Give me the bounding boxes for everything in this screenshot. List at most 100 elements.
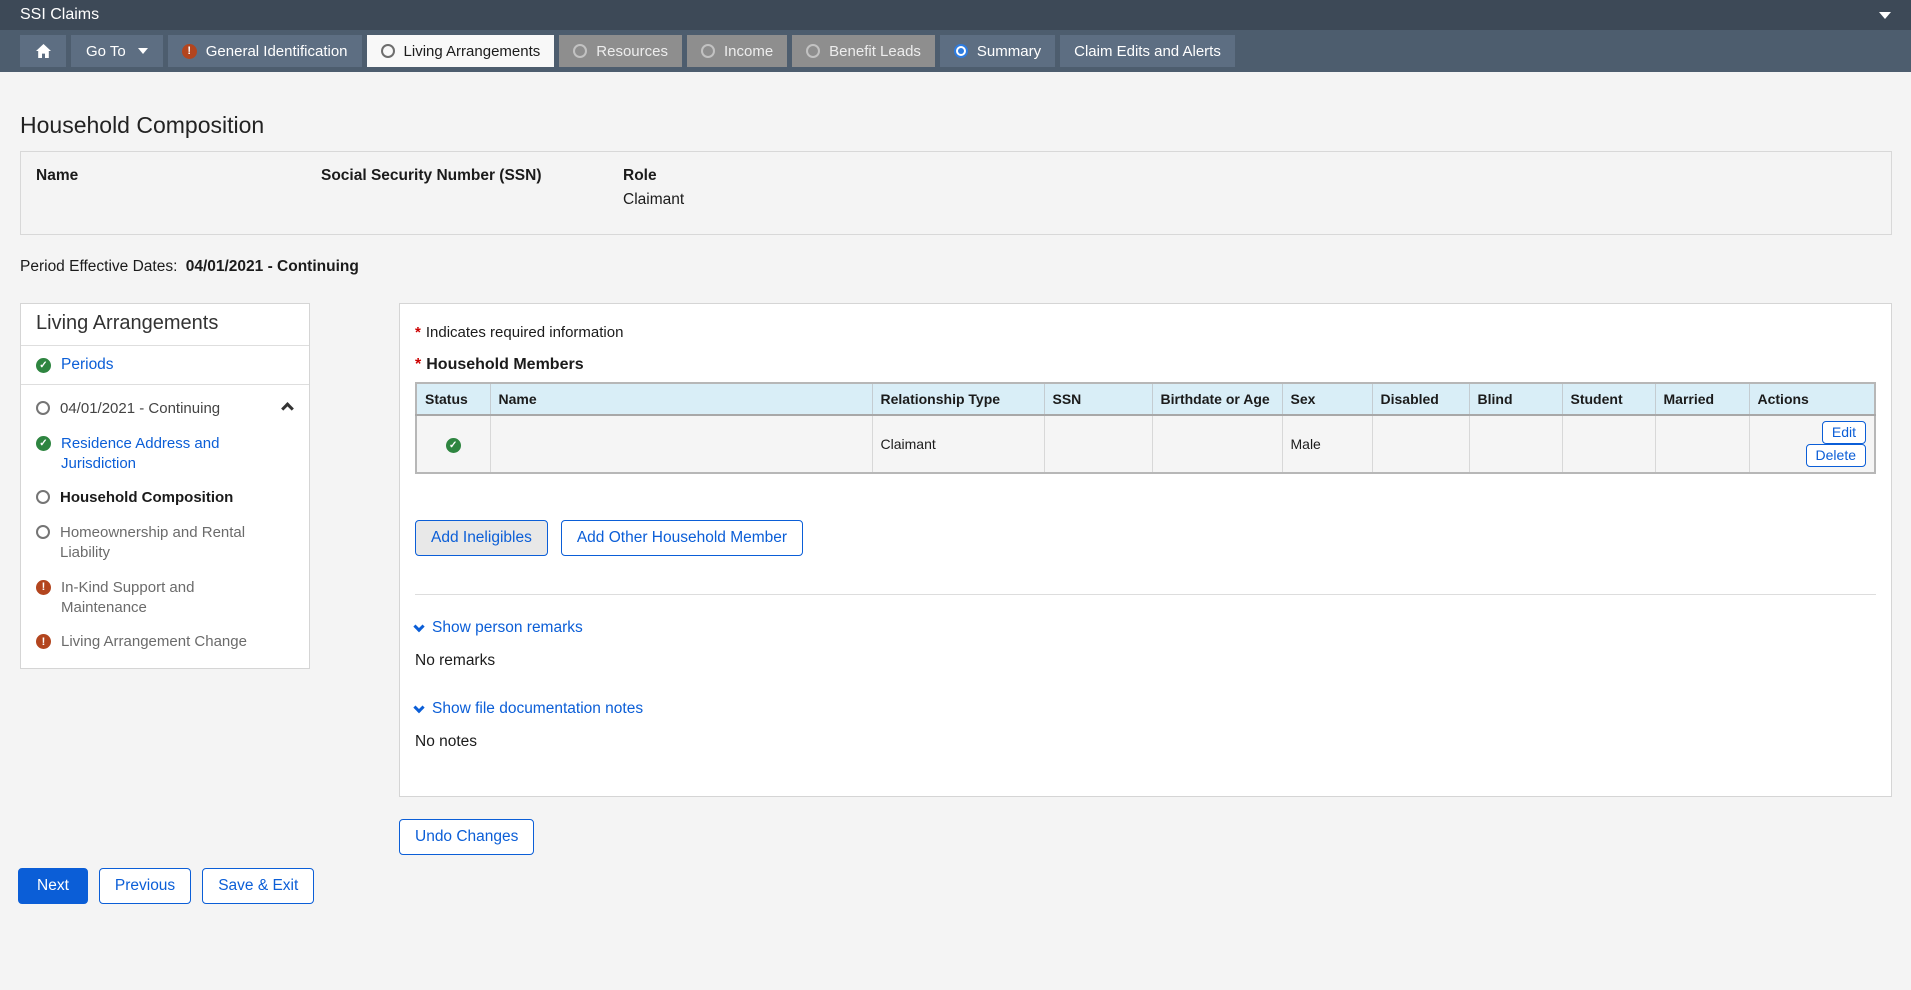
tab-benefit-leads[interactable]: Benefit Leads: [792, 35, 935, 67]
ssn-cell: [1044, 415, 1152, 473]
col-status: Status: [416, 383, 490, 415]
chevron-down-icon: [138, 48, 148, 54]
app-menu-caret-icon[interactable]: [1879, 12, 1891, 19]
chevron-up-icon[interactable]: [281, 402, 294, 415]
period-label: Period Effective Dates:: [20, 258, 177, 275]
sidebar-item-household-composition[interactable]: Household Composition: [36, 488, 294, 508]
check-circle-icon: [36, 358, 51, 373]
check-circle-icon: [36, 436, 51, 451]
person-header-ssn-col: Social Security Number (SSN): [321, 167, 623, 219]
period-value: 04/01/2021 - Continuing: [186, 258, 359, 275]
add-ineligibles-button[interactable]: Add Ineligibles: [415, 520, 548, 556]
page-title: Household Composition: [20, 112, 1892, 139]
name-value: [36, 191, 321, 209]
sidebar-item-homeownership[interactable]: Homeownership and Rental Liability: [36, 523, 294, 563]
col-name: Name: [490, 383, 872, 415]
circle-icon: [806, 44, 820, 58]
col-actions: Actions: [1749, 383, 1875, 415]
status-cell: [416, 415, 490, 473]
alert-icon: [36, 634, 51, 649]
name-column-label: Name: [36, 167, 321, 185]
undo-changes-button[interactable]: Undo Changes: [399, 819, 534, 855]
circle-icon: [36, 401, 50, 415]
tab-income[interactable]: Income: [687, 35, 787, 67]
show-file-documentation-notes-link[interactable]: Show file documentation notes: [415, 700, 643, 718]
tab-claim-edits-and-alerts[interactable]: Claim Edits and Alerts: [1060, 35, 1235, 67]
col-student: Student: [1562, 383, 1655, 415]
check-circle-icon: [446, 438, 461, 453]
person-header-name-col: Name: [36, 167, 321, 219]
role-column-label: Role: [623, 167, 1876, 185]
home-icon: [35, 43, 52, 59]
birthdate-cell: [1152, 415, 1282, 473]
app-title: SSI Claims: [20, 6, 99, 24]
radio-icon: [954, 44, 968, 58]
circle-icon: [36, 490, 50, 504]
tab-resources[interactable]: Resources: [559, 35, 682, 67]
ssn-column-label: Social Security Number (SSN): [321, 167, 623, 185]
col-blind: Blind: [1469, 383, 1562, 415]
required-note: *Indicates required information: [415, 324, 1876, 341]
tab-living-arrangements[interactable]: Living Arrangements: [367, 35, 555, 67]
previous-button[interactable]: Previous: [99, 868, 191, 904]
delete-button[interactable]: Delete: [1806, 444, 1866, 467]
col-disabled: Disabled: [1372, 383, 1469, 415]
edit-button[interactable]: Edit: [1822, 421, 1866, 444]
student-cell: [1562, 415, 1655, 473]
main-panel: *Indicates required information *Househo…: [399, 303, 1892, 797]
sidebar-item-period-group[interactable]: 04/01/2021 - Continuing: [36, 399, 294, 419]
sidebar-item-living-arrangement-change[interactable]: Living Arrangement Change: [36, 632, 294, 652]
show-person-remarks-link[interactable]: Show person remarks: [415, 619, 583, 637]
alert-icon: [36, 580, 51, 595]
person-header-role-col: Role Claimant: [623, 167, 1876, 219]
relationship-type-cell: Claimant: [872, 415, 1044, 473]
circle-icon: [36, 525, 50, 539]
sex-cell: Male: [1282, 415, 1372, 473]
chevron-down-icon: [413, 702, 424, 713]
period-effective-dates: Period Effective Dates: 04/01/2021 - Con…: [20, 258, 1892, 276]
save-exit-button[interactable]: Save & Exit: [202, 868, 314, 904]
blind-cell: [1469, 415, 1562, 473]
col-ssn: SSN: [1044, 383, 1152, 415]
footer-actions: Next Previous Save & Exit: [18, 868, 1892, 904]
app-titlebar: SSI Claims: [0, 0, 1911, 30]
col-married: Married: [1655, 383, 1749, 415]
ssn-value: [321, 191, 623, 209]
actions-cell: Edit Delete: [1749, 415, 1875, 473]
household-members-table: Status Name Relationship Type SSN Birthd…: [415, 382, 1876, 474]
tab-general-identification[interactable]: General Identification: [168, 35, 362, 67]
alert-icon: [182, 44, 197, 59]
required-asterisk: *: [415, 356, 421, 373]
name-cell: [490, 415, 872, 473]
household-members-title: *Household Members: [415, 356, 1876, 374]
role-value: Claimant: [623, 191, 1876, 209]
goto-label: Go To: [86, 43, 126, 60]
required-asterisk: *: [415, 324, 421, 341]
home-button[interactable]: [20, 35, 66, 67]
married-cell: [1655, 415, 1749, 473]
circle-icon: [381, 44, 395, 58]
circle-icon: [701, 44, 715, 58]
chevron-down-icon: [413, 621, 424, 632]
no-remarks-text: No remarks: [415, 652, 1876, 670]
table-row: Claimant Male Edit Delete: [416, 415, 1875, 473]
sidebar: Living Arrangements Periods 04/01/2021 -…: [20, 303, 310, 669]
table-header-row: Status Name Relationship Type SSN Birthd…: [416, 383, 1875, 415]
person-header: Name Social Security Number (SSN) Role C…: [20, 151, 1892, 235]
col-birthdate-or-age: Birthdate or Age: [1152, 383, 1282, 415]
next-button[interactable]: Next: [18, 868, 88, 904]
col-sex: Sex: [1282, 383, 1372, 415]
sidebar-item-periods[interactable]: Periods: [21, 346, 309, 385]
sidebar-item-in-kind-support[interactable]: In-Kind Support and Maintenance: [36, 578, 294, 618]
main-nav: Go To General Identification Living Arra…: [0, 30, 1911, 72]
sidebar-item-residence-address[interactable]: Residence Address and Jurisdiction: [36, 434, 294, 474]
no-notes-text: No notes: [415, 733, 1876, 751]
add-other-household-member-button[interactable]: Add Other Household Member: [561, 520, 803, 556]
goto-button[interactable]: Go To: [71, 35, 163, 67]
periods-link[interactable]: Periods: [61, 356, 114, 374]
disabled-cell: [1372, 415, 1469, 473]
circle-icon: [573, 44, 587, 58]
sidebar-title: Living Arrangements: [21, 304, 309, 346]
col-relationship-type: Relationship Type: [872, 383, 1044, 415]
tab-summary[interactable]: Summary: [940, 35, 1055, 67]
